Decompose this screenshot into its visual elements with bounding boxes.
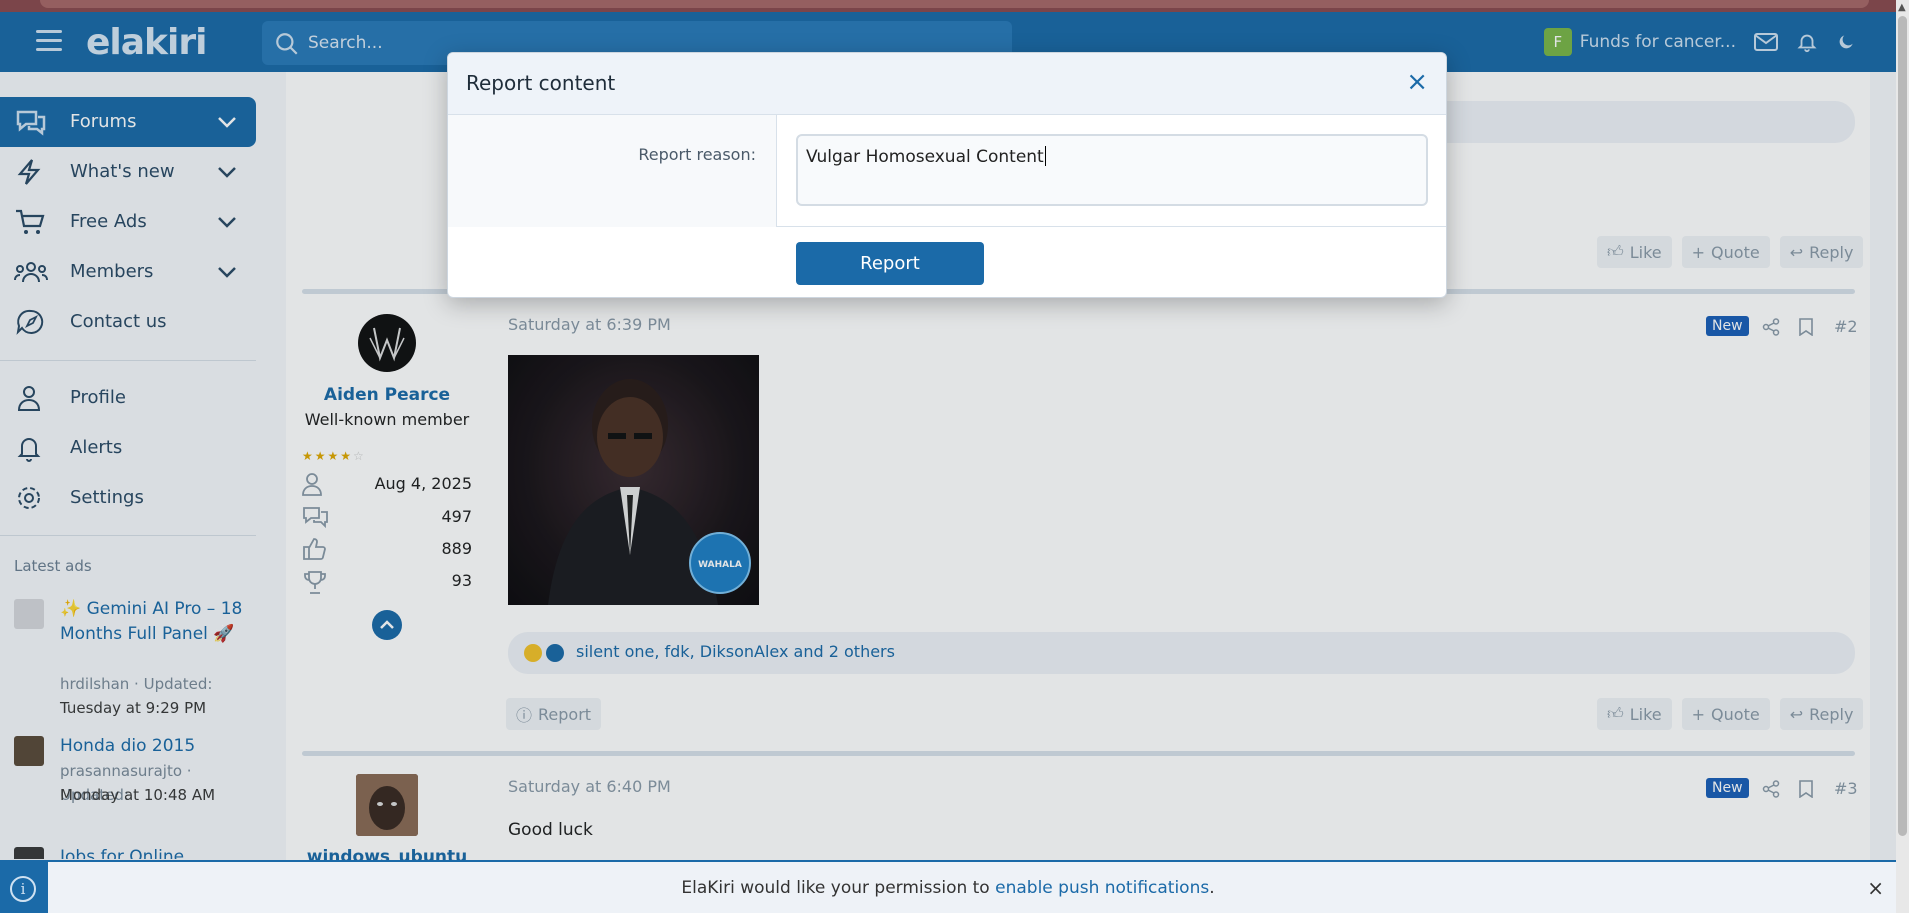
modal-footer: Report: [448, 228, 1446, 297]
notification-message: ElaKiri would like your permission to en…: [681, 878, 1215, 898]
push-notification-bar: i ElaKiri would like your permission to …: [0, 860, 1896, 913]
label-column: Report reason:: [448, 115, 777, 227]
submit-report-button[interactable]: Report: [796, 242, 984, 285]
report-reason-input[interactable]: Vulgar Homosexual Content: [796, 134, 1428, 206]
enable-notifications-link[interactable]: enable push notifications: [995, 878, 1209, 898]
report-reason-label: Report reason:: [638, 145, 756, 164]
scroll-up-arrow-icon[interactable]: ▲: [1898, 2, 1906, 13]
modal-header: Report content ×: [448, 53, 1446, 115]
modal-title: Report content: [466, 71, 616, 95]
text-caret: [1044, 146, 1046, 166]
scrollbar-thumb[interactable]: [1898, 16, 1907, 836]
close-icon[interactable]: ×: [1406, 69, 1428, 95]
close-icon[interactable]: ×: [1867, 876, 1884, 900]
page-scrollbar[interactable]: ▲: [1896, 0, 1909, 913]
report-modal: Report content × Report reason: Vulgar H…: [447, 52, 1447, 298]
modal-body: Report reason: Vulgar Homosexual Content: [448, 115, 1446, 227]
